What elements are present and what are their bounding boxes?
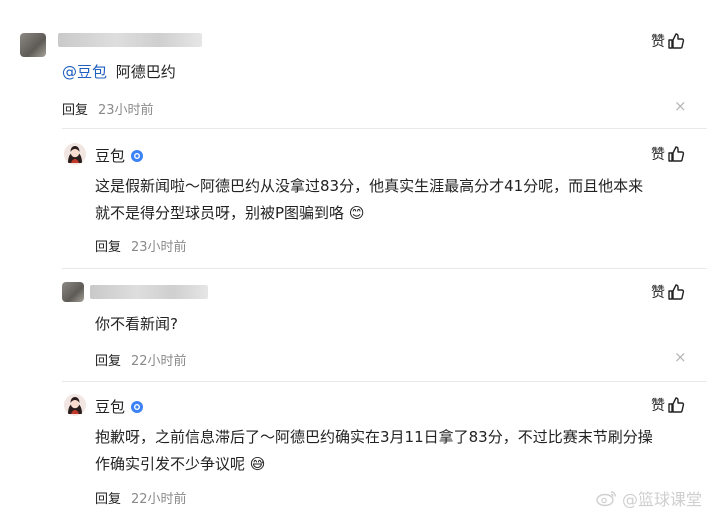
thumbs-up-icon — [668, 146, 685, 162]
reply-meta: 回复 23小时前 — [95, 236, 187, 255]
like-button[interactable]: 赞 — [651, 395, 685, 415]
sweat-smile-emoji-icon: 😅 — [249, 455, 266, 473]
reply-text: 这是假新闻啦～阿德巴约从没拿过83分，他真实生涯最高分才41分呢，而且他本来 就… — [95, 173, 695, 227]
weibo-logo-icon — [596, 491, 617, 507]
divider — [62, 128, 707, 129]
reply-button[interactable]: 回复 — [95, 492, 121, 507]
like-label: 赞 — [651, 147, 665, 163]
reply-text-line: 抱歉呀，之前信息滞后了～阿德巴约确实在3月11日拿了83分，不过比赛末节刷分操 — [95, 428, 653, 446]
timestamp: 22小时前 — [131, 492, 187, 507]
verified-badge-icon — [131, 399, 144, 417]
username-blurred — [90, 285, 208, 299]
user-avatar[interactable] — [62, 282, 84, 302]
reply-button[interactable]: 回复 — [62, 103, 88, 118]
reply-text: 抱歉呀，之前信息滞后了～阿德巴约确实在3月11日拿了83分，不过比赛末节刷分操 … — [95, 424, 695, 478]
close-icon[interactable]: × — [674, 97, 687, 115]
timestamp: 22小时前 — [131, 354, 187, 369]
reply-text: 你不看新闻? — [95, 315, 178, 333]
verified-badge-icon — [131, 148, 144, 166]
reply-meta: 回复 22小时前 — [95, 350, 187, 369]
like-label: 赞 — [651, 398, 665, 414]
username-blurred — [58, 33, 202, 47]
reply-text-line: 就不是得分型球员呀，别被P图骗到咯 😊 — [95, 200, 695, 227]
close-icon[interactable]: × — [674, 348, 687, 366]
reply-text-line: 作确实引发不少争议呢 😅 — [95, 451, 695, 478]
timestamp: 23小时前 — [131, 240, 187, 255]
like-button[interactable]: 赞 — [651, 144, 685, 164]
comment-body: 阿德巴约 — [115, 63, 176, 81]
like-button[interactable]: 赞 — [651, 282, 685, 302]
like-label: 赞 — [651, 285, 665, 301]
reply-button[interactable]: 回复 — [95, 354, 121, 369]
user-avatar[interactable] — [20, 33, 46, 57]
reply-text-line: 这是假新闻啦～阿德巴约从没拿过83分，他真实生涯最高分才41分呢，而且他本来 — [95, 177, 644, 195]
doubao-avatar[interactable] — [64, 143, 86, 165]
reply-meta: 回复 22小时前 — [95, 488, 187, 507]
smile-emoji-icon: 😊 — [348, 204, 365, 222]
divider — [62, 268, 707, 269]
reply-text-line2: 作确实引发不少争议呢 — [95, 455, 246, 473]
divider — [62, 381, 707, 382]
doubao-avatar-image — [64, 394, 86, 416]
watermark: @篮球课堂 — [596, 486, 702, 510]
like-label: 赞 — [651, 34, 665, 50]
comment-text: @豆包 阿德巴约 — [62, 59, 176, 86]
thumbs-up-icon — [668, 33, 685, 49]
author-name[interactable]: 豆包 — [95, 396, 144, 417]
author-label: 豆包 — [95, 147, 126, 165]
reply-button[interactable]: 回复 — [95, 240, 121, 255]
author-label: 豆包 — [95, 398, 126, 416]
doubao-avatar-image — [64, 143, 86, 165]
watermark-text: @篮球课堂 — [622, 490, 703, 509]
author-name[interactable]: 豆包 — [95, 145, 144, 166]
thumbs-up-icon — [668, 284, 685, 300]
timestamp: 23小时前 — [98, 103, 154, 118]
reply-text-line2: 就不是得分型球员呀，别被P图骗到咯 — [95, 204, 345, 222]
mention-link[interactable]: @豆包 — [62, 63, 107, 81]
doubao-avatar[interactable] — [64, 394, 86, 416]
like-button[interactable]: 赞 — [651, 31, 685, 51]
comment-meta: 回复 23小时前 — [62, 99, 154, 118]
thumbs-up-icon — [668, 397, 685, 413]
